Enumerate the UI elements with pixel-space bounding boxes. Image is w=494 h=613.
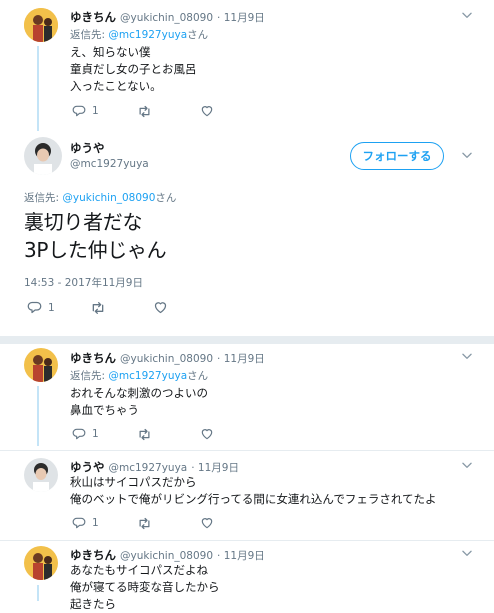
retweet-icon[interactable] xyxy=(90,300,106,316)
like-icon[interactable] xyxy=(200,427,214,441)
avatar[interactable] xyxy=(24,137,62,175)
avatar[interactable] xyxy=(24,458,58,492)
tweet-date[interactable]: · 11月9日 xyxy=(217,351,265,366)
reply-button[interactable]: 1 xyxy=(72,516,99,530)
reply-icon xyxy=(72,104,86,118)
reply-to: 返信先: @mc1927yuyaさん xyxy=(70,370,209,382)
like-icon[interactable] xyxy=(200,516,214,530)
reply-to-link[interactable]: @mc1927yuya xyxy=(108,370,187,382)
tweet-text: おれそんな刺激のつよいの 鼻血でちゃう xyxy=(70,386,208,417)
chevron-down-icon[interactable] xyxy=(460,546,474,560)
like-icon[interactable] xyxy=(200,104,214,118)
avatar[interactable] xyxy=(24,348,58,382)
thread-line xyxy=(37,585,39,601)
tweet-text: 秋山はサイコパスだから 俺のベットで俺がリビング行ってる間に女連れ込んでフェラさ… xyxy=(70,475,437,506)
tweet-date[interactable]: · 11月9日 xyxy=(191,460,239,475)
tweet-date[interactable]: · 11月9日 xyxy=(217,10,265,25)
reply-icon xyxy=(72,427,86,441)
chevron-down-icon[interactable] xyxy=(460,148,474,162)
tweet-date[interactable]: · 11月9日 xyxy=(217,548,265,563)
retweet-icon[interactable] xyxy=(137,104,152,119)
thread-line xyxy=(37,46,39,131)
retweet-icon[interactable] xyxy=(137,516,152,531)
avatar[interactable] xyxy=(24,8,58,42)
avatar[interactable] xyxy=(24,546,58,580)
author-handle[interactable]: @yukichin_08090 xyxy=(120,353,213,365)
author-handle[interactable]: @mc1927yuya xyxy=(70,158,149,170)
divider xyxy=(0,450,494,451)
reply-to-link[interactable]: @mc1927yuya xyxy=(108,29,187,41)
author-name[interactable]: ゆきちん xyxy=(70,350,116,366)
author-handle[interactable]: @yukichin_08090 xyxy=(120,550,213,562)
retweet-icon[interactable] xyxy=(137,427,152,442)
author-handle[interactable]: @mc1927yuya xyxy=(109,462,188,474)
author-name[interactable]: ゆうや xyxy=(70,459,105,475)
follow-button[interactable]: フォローする xyxy=(350,142,444,170)
tweet-timestamp[interactable]: 14:53 - 2017年11月9日 xyxy=(24,275,143,290)
reply-button[interactable]: 1 xyxy=(72,427,99,441)
reply-button[interactable]: 1 xyxy=(72,104,99,118)
reply-to-link[interactable]: @yukichin_08090 xyxy=(62,192,155,204)
reply-to: 返信先: @mc1927yuyaさん xyxy=(70,29,209,41)
reply-button[interactable]: 1 xyxy=(27,300,55,315)
tweet-text: え、知らない僕 童貞だし女の子とお風呂 入ったことない。 xyxy=(70,45,197,93)
tweet-text: あなたもサイコパスだよね 俺が寝てる時変な音したから 起きたら xyxy=(70,563,220,611)
divider xyxy=(0,540,494,541)
like-icon[interactable] xyxy=(153,300,168,315)
chevron-down-icon[interactable] xyxy=(460,8,474,22)
author-name[interactable]: ゆきちん xyxy=(70,9,116,25)
chevron-down-icon[interactable] xyxy=(460,349,474,363)
reply-icon xyxy=(27,300,42,315)
tweet-text: 裏切り者だな 3Pした仲じゃん xyxy=(24,210,167,262)
author-name[interactable]: ゆきちん xyxy=(70,547,116,563)
chevron-down-icon[interactable] xyxy=(460,458,474,472)
reply-icon xyxy=(72,516,86,530)
author-handle[interactable]: @yukichin_08090 xyxy=(120,12,213,24)
reply-to: 返信先: @yukichin_08090さん xyxy=(24,192,177,204)
thread-line xyxy=(37,386,39,446)
author-name[interactable]: ゆうや xyxy=(70,140,105,156)
divider xyxy=(0,336,494,344)
